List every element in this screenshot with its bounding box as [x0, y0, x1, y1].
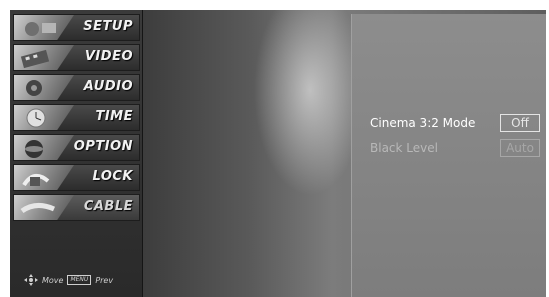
menu-item-label: TIME [95, 109, 133, 124]
option-picture-icon [14, 135, 74, 160]
menu-item-label: OPTION [73, 139, 133, 154]
move-arrows-icon [24, 274, 38, 286]
cinema-mode-row[interactable]: Cinema 3:2 Mode Off [370, 113, 546, 133]
prev-hint: Prev [95, 275, 114, 285]
menu-item-cable[interactable]: CABLE [13, 194, 140, 221]
black-level-label: Black Level [370, 141, 438, 155]
clock-picture-icon [14, 105, 74, 130]
menu-item-video[interactable]: VIDEO [13, 44, 140, 71]
menu-item-setup[interactable]: SETUP [13, 14, 140, 41]
move-hint: Move [42, 275, 64, 285]
cinema-mode-value[interactable]: Off [500, 114, 540, 132]
menu-item-time[interactable]: TIME [13, 104, 140, 131]
menu-item-audio[interactable]: AUDIO [13, 74, 140, 101]
black-level-value[interactable]: Auto [500, 139, 540, 157]
option-panel: Cinema 3:2 Mode Off Black Level Auto [351, 14, 546, 297]
menu-item-label: CABLE [83, 199, 133, 214]
menu-item-option[interactable]: OPTION [13, 134, 140, 161]
tv-screen: SETUP VIDEO AUDIO TIME OPTION LOCK CABLE… [10, 10, 546, 297]
video-picture-icon [14, 45, 74, 70]
menu-item-label: SETUP [83, 19, 133, 34]
setup-picture-icon [14, 15, 74, 40]
black-level-row[interactable]: Black Level Auto [370, 138, 546, 158]
lock-picture-icon [14, 165, 74, 190]
menu-item-lock[interactable]: LOCK [13, 164, 140, 191]
menu-item-label: VIDEO [84, 49, 133, 64]
menu-key-icon: MENU [67, 275, 92, 285]
nav-hint-bar: Move MENU Prev [24, 273, 113, 287]
menu-item-label: AUDIO [83, 79, 133, 94]
cinema-mode-label: Cinema 3:2 Mode [370, 116, 476, 130]
cable-picture-icon [14, 195, 74, 220]
menu-item-label: LOCK [92, 169, 133, 184]
menu-sidebar: SETUP VIDEO AUDIO TIME OPTION LOCK CABLE… [10, 10, 143, 297]
audio-picture-icon [14, 75, 74, 100]
